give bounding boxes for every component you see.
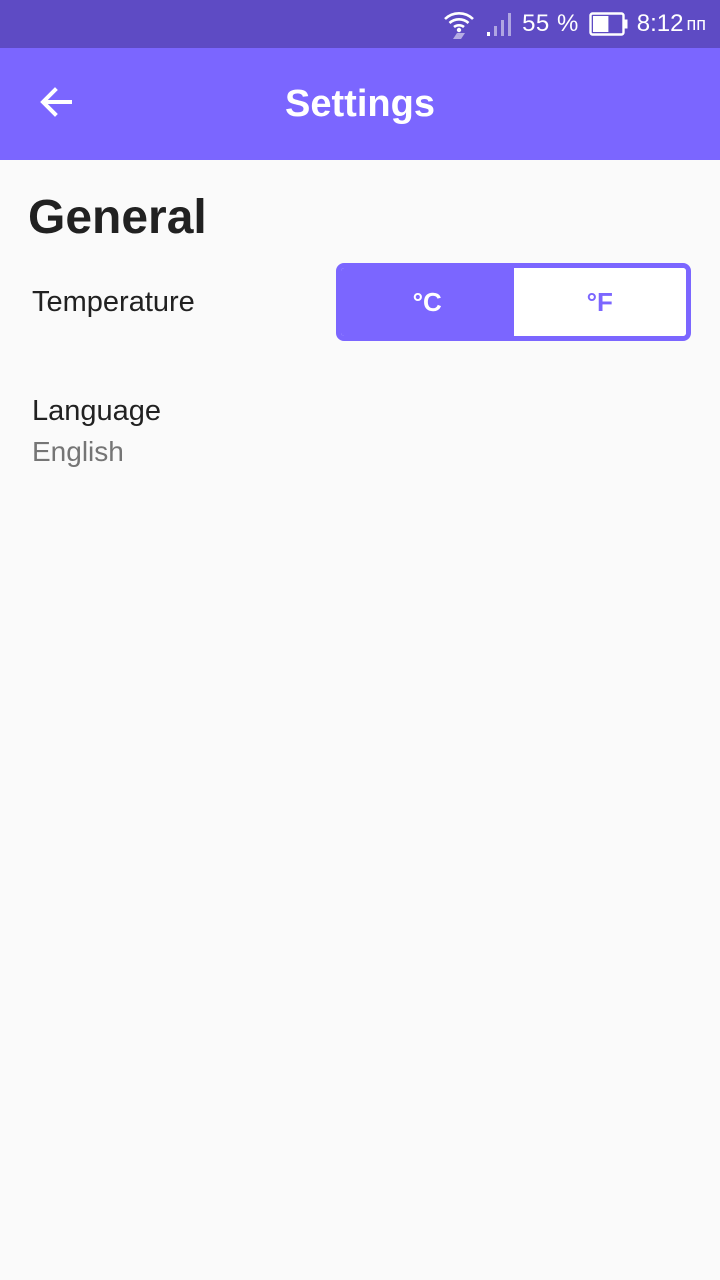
- temperature-label: Temperature: [32, 286, 195, 318]
- clock-suffix: пп: [686, 13, 707, 34]
- page-title: Settings: [285, 83, 435, 125]
- temperature-unit-toggle: °C °F: [336, 263, 691, 341]
- status-bar: 55 % 8:12 пп: [0, 0, 720, 48]
- language-label: Language: [32, 395, 162, 427]
- section-title-general: General: [28, 191, 207, 244]
- clock: 8:12 пп: [637, 10, 706, 38]
- clock-time: 8:12: [636, 10, 684, 37]
- language-value: English: [32, 436, 124, 467]
- language-setting[interactable]: Language English: [0, 385, 720, 485]
- battery-icon: [589, 11, 629, 37]
- celsius-option[interactable]: °C: [341, 268, 514, 336]
- app-bar: Settings: [0, 48, 720, 160]
- signal-icon: [486, 11, 516, 37]
- battery-percent: 55 %: [522, 10, 579, 37]
- wifi-icon: [442, 9, 476, 39]
- fahrenheit-option[interactable]: °F: [513, 268, 686, 336]
